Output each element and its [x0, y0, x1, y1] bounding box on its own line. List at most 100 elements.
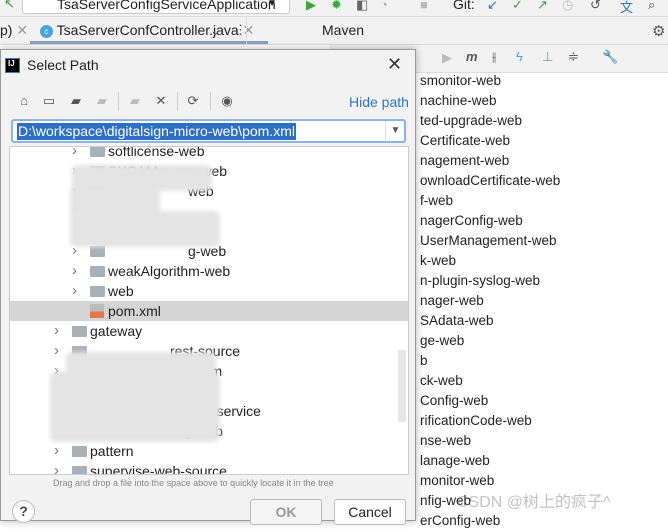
skip-tests-icon[interactable]: ϟ — [516, 49, 523, 64]
folder-icon — [90, 286, 105, 297]
wrench-icon[interactable]: 🔧 — [602, 49, 618, 65]
folder-icon — [90, 266, 105, 277]
tab-active[interactable]: c TsaServerConfController.java ✕ — [30, 17, 269, 44]
folder-icon — [72, 466, 87, 474]
home-icon[interactable]: ⌂ — [16, 93, 32, 109]
redaction-blur — [50, 372, 220, 442]
maven-project-item[interactable]: ge-web — [420, 331, 464, 351]
refresh-icon[interactable]: ⟳ — [185, 93, 201, 109]
git-update-icon[interactable]: ↙ — [487, 0, 498, 13]
tree-item[interactable]: › supervise-web-source — [10, 461, 408, 475]
maven-project-item[interactable]: nagement-web — [420, 151, 509, 171]
tree-item-label: gateway — [90, 323, 143, 339]
maven-project-item[interactable]: nse-web — [420, 431, 471, 451]
tree-item-label: web — [108, 283, 134, 299]
chevron-down-icon[interactable]: ⌄ — [210, 23, 221, 39]
close-icon[interactable]: ✕ — [387, 54, 402, 75]
chevron-right-icon[interactable]: › — [72, 147, 77, 161]
new-folder-icon[interactable]: ▰ — [127, 93, 143, 109]
run-icon[interactable]: ▶ — [306, 0, 316, 13]
tree-item-label: pom.xml — [108, 303, 161, 319]
debug-icon[interactable]: ✹ — [331, 0, 342, 13]
chevron-right-icon[interactable]: › — [54, 341, 59, 361]
maven-project-item[interactable]: ck-web — [420, 371, 463, 391]
profile-icon[interactable]: ◔ — [380, 0, 388, 12]
tree-item[interactable]: › softlicense-web — [10, 147, 408, 161]
maven-project-item[interactable]: Certificate-web — [420, 131, 510, 151]
maven-project-item[interactable]: UserManagement-web — [420, 231, 557, 251]
run-icon[interactable]: ▶ — [442, 50, 452, 66]
tab-previous[interactable]: p) ✕ — [0, 17, 28, 44]
chevron-right-icon[interactable]: › — [54, 441, 59, 461]
translate-icon[interactable]: 文 — [620, 0, 633, 16]
help-button[interactable]: ? — [12, 500, 35, 523]
divider — [210, 92, 211, 110]
collapse-all-icon[interactable]: ≑ — [568, 49, 579, 65]
hide-path-link[interactable]: Hide path — [349, 94, 409, 110]
maven-project-item[interactable]: b — [420, 351, 428, 371]
drag-drop-hint: Drag and drop a file into the space abov… — [53, 478, 334, 488]
file-tree: ›softlicense-web›SXCAManage-web›web››-w›… — [9, 146, 409, 475]
maven-project-item[interactable]: f-web — [420, 191, 453, 211]
maven-project-item[interactable]: nagerConfig-web — [420, 211, 523, 231]
tree-item-label: supervise-web-source — [90, 463, 227, 475]
hammer-icon[interactable]: ↖ — [4, 0, 15, 12]
module-folder-icon[interactable]: ▰ — [94, 93, 110, 109]
stop-icon[interactable]: ■ — [420, 0, 428, 12]
coverage-icon[interactable]: ◧ — [356, 0, 368, 13]
tree-item-label: pattern — [90, 443, 134, 459]
chevron-down-icon: ▼ — [267, 0, 277, 9]
maven-project-item[interactable]: rificationCode-web — [420, 411, 532, 431]
tree-item[interactable]: › gateway — [10, 321, 408, 341]
tree-item[interactable]: › pattern — [10, 441, 408, 461]
ok-button[interactable]: OK — [250, 499, 322, 525]
project-folder-icon[interactable]: ▰ — [68, 93, 84, 109]
maven-project-item[interactable]: Config-web — [420, 391, 488, 411]
path-value: D:\workspace\digitalsign-micro-web\pom.x… — [17, 123, 296, 140]
search-icon[interactable]: ⌕ — [648, 0, 655, 13]
run-config-select[interactable]: TsaServerConfigServiceApplication ▼ — [22, 0, 290, 14]
class-icon: c — [40, 24, 53, 38]
gear-icon[interactable]: ⚙ — [652, 22, 665, 40]
maven-project-item[interactable]: k-web — [420, 251, 456, 271]
git-label: Git: — [453, 0, 475, 12]
chevron-right-icon[interactable]: › — [72, 261, 77, 281]
chevron-down-icon[interactable]: ▼ — [385, 121, 405, 141]
maven-project-item[interactable]: ted-upgrade-web — [420, 111, 522, 131]
maven-goal-icon[interactable]: m — [466, 49, 478, 64]
maven-project-item[interactable]: ownloadCertificate-web — [420, 171, 560, 191]
tree-item[interactable]: pom.xml — [10, 301, 408, 321]
delete-icon[interactable]: ✕ — [153, 93, 169, 109]
chevron-right-icon[interactable]: › — [54, 461, 59, 474]
close-icon[interactable]: ✕ — [16, 22, 28, 38]
show-hidden-icon[interactable]: ◉ — [219, 93, 235, 109]
tree-item[interactable]: › weakAlgorithm-web — [10, 261, 408, 281]
folder-icon — [72, 326, 87, 337]
folder-icon — [90, 246, 105, 257]
maven-project-item[interactable]: nachine-web — [420, 91, 497, 111]
history-icon[interactable]: ◷ — [562, 0, 573, 13]
maven-project-item[interactable]: smonitor-web — [420, 71, 501, 91]
tree-item[interactable]: › web — [10, 281, 408, 301]
maven-panel-title: Maven — [322, 22, 365, 38]
watermark: CSDN @树上的疯子^ — [457, 494, 611, 511]
main-toolbar: TsaServerConfigServiceApplication ▼ ↖ ▶ ✹… — [0, 0, 668, 17]
git-push-icon[interactable]: ↗ — [537, 0, 548, 13]
show-deps-icon[interactable]: ⊥ — [542, 49, 553, 65]
maven-project-item[interactable]: nager-web — [420, 291, 484, 311]
maven-project-item[interactable]: erConfig-web — [420, 511, 500, 531]
cancel-button[interactable]: Cancel — [334, 499, 406, 525]
path-input[interactable]: D:\workspace\digitalsign-micro-web\pom.x… — [11, 119, 406, 143]
chevron-right-icon[interactable]: › — [72, 281, 77, 301]
desktop-icon[interactable]: ▭ — [41, 93, 57, 109]
git-commit-icon[interactable]: ✓ — [512, 0, 523, 13]
maven-project-item[interactable]: lanage-web — [420, 451, 490, 471]
maven-project-item[interactable]: n-plugin-syslog-web — [420, 271, 540, 291]
maven-project-item[interactable]: SAdata-web — [420, 311, 494, 331]
divider — [118, 92, 119, 110]
rollback-icon[interactable]: ↺ — [590, 0, 601, 13]
redaction-blur — [70, 211, 220, 247]
chevron-right-icon[interactable]: › — [54, 321, 59, 341]
toggle-offline-icon[interactable]: ⫲ — [492, 49, 496, 65]
tree-scrollbar[interactable] — [398, 350, 406, 422]
